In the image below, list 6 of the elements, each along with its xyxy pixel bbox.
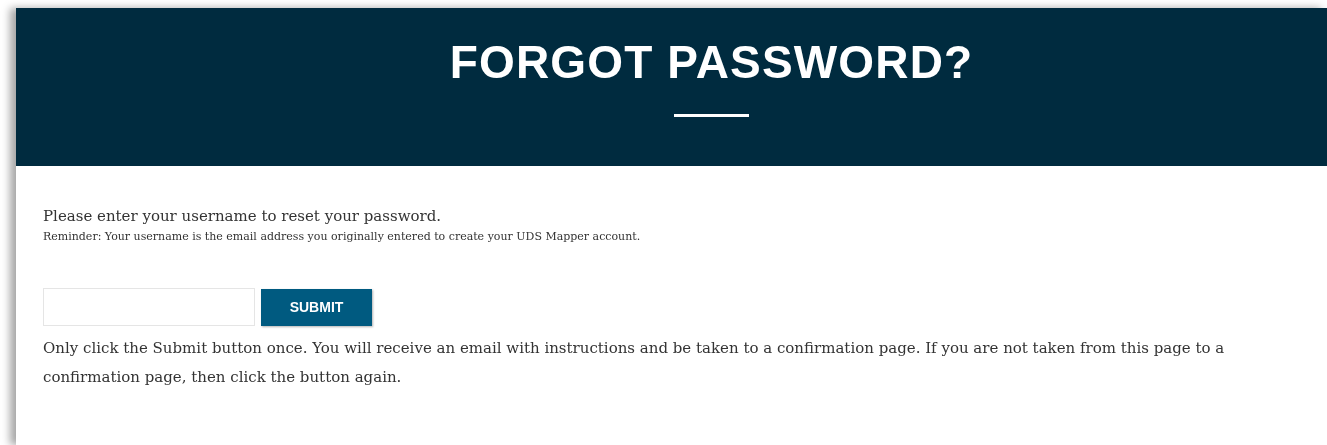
submit-button[interactable]: SUBMIT (261, 288, 372, 326)
instructions-text: Only click the Submit button once. You will receive an email with instructions and be taken to a confirmation page. If you are not taken from this page to a confirmation page, then click the button again. (43, 338, 1226, 388)
username-field[interactable] (43, 288, 255, 326)
intro-text: Please enter your username to reset your password. (43, 206, 443, 226)
reminder-text: Reminder: Your username is the email address you originally entered to create your UDS Mapper account. (43, 229, 642, 245)
page-title: FORGOT PASSWORD? (449, 35, 974, 90)
